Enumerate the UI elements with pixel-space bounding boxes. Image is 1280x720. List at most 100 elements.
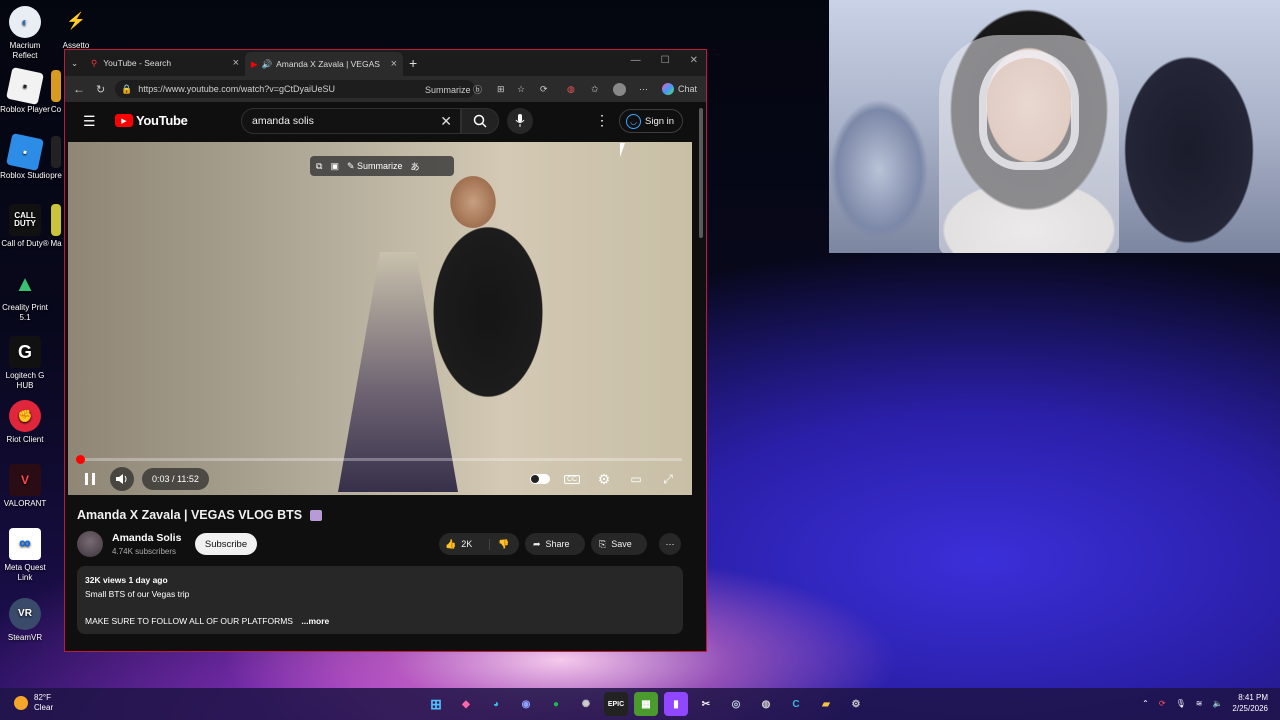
bookmark-icon: ⎘ xyxy=(599,538,607,549)
clock[interactable]: 8:41 PM 2/25/2026 xyxy=(1232,692,1268,714)
file-explorer-icon[interactable]: ▰ xyxy=(814,692,838,716)
video-player[interactable]: ⧉ ▣ ✎ Summarize あ 0:03 / 11:52 CC ⚙ ▭ ⤢ xyxy=(68,142,692,495)
tab-youtube-search[interactable]: ⚲ YouTube - Search × xyxy=(85,52,245,74)
windows-start-icon[interactable]: ⊞ xyxy=(424,692,448,716)
copilot-taskbar-icon[interactable]: ◆ xyxy=(454,692,478,716)
steam-icon[interactable]: ◎ xyxy=(724,692,748,716)
copilot-icon xyxy=(662,83,674,95)
tab-actions-chevron-icon[interactable]: ⌄ xyxy=(65,52,85,74)
summarize-button[interactable]: Summarize ⓑ xyxy=(425,83,482,96)
hamburger-menu-icon[interactable]: ☰ xyxy=(83,113,96,130)
capcut-icon[interactable]: ✂ xyxy=(694,692,718,716)
cast-icon[interactable]: ▣ xyxy=(330,161,339,172)
desktop-icon-logitech[interactable]: G Logitech G HUB xyxy=(0,336,50,391)
pip-icon[interactable]: ⧉ xyxy=(316,161,322,172)
progress-scrubber[interactable] xyxy=(76,455,86,464)
more-menu-icon[interactable]: ⋯ xyxy=(639,84,648,95)
autoplay-toggle[interactable] xyxy=(528,467,552,491)
epic-games-icon[interactable]: EPIC xyxy=(604,692,628,716)
description-box[interactable]: 32K views 1 day ago Small BTS of our Veg… xyxy=(77,566,683,634)
desktop-icon-pre[interactable]: pre xyxy=(46,136,66,181)
desktop-icon-roblox-player[interactable]: ▪ Roblox Player xyxy=(0,67,50,115)
weather-widget[interactable]: 82°F Clear xyxy=(14,693,53,713)
clear-search-icon[interactable]: ✕ xyxy=(440,113,452,130)
tray-mic-icon[interactable]: 🎙 xyxy=(1176,699,1186,708)
dislike-button[interactable]: 👎 xyxy=(490,539,509,550)
favorites-icon[interactable]: ✩ xyxy=(591,84,599,95)
desktop-icon-meta-quest[interactable]: ∞ Meta Quest Link xyxy=(0,528,50,583)
obs-icon[interactable]: ◍ xyxy=(754,692,778,716)
translate-icon[interactable]: あ xyxy=(411,160,420,173)
favorite-icon[interactable]: ☆ xyxy=(517,84,525,95)
desktop-icon-valorant[interactable]: V VALORANT xyxy=(0,464,50,509)
close-tab-icon[interactable]: × xyxy=(391,58,397,70)
spotify-icon[interactable]: ● xyxy=(544,692,568,716)
youtube-logo[interactable]: ▶ YouTube xyxy=(115,113,188,128)
desktop-icon-macrium[interactable]: ◐ Macrium Reflect xyxy=(0,6,50,61)
address-bar: ← ↻ 🔒 https://www.youtube.com/watch?v=gC… xyxy=(65,76,706,102)
settings-dots-icon[interactable]: ⋮ xyxy=(595,112,609,129)
desktop-icon-call-of-duty[interactable]: CALL DUTY Call of Duty® xyxy=(0,204,50,249)
desktop-icon-steamvr[interactable]: VR SteamVR xyxy=(0,598,50,643)
more-horizontal-icon: ⋯ xyxy=(665,538,675,549)
app-c-icon[interactable]: C xyxy=(784,692,808,716)
progress-bar[interactable] xyxy=(76,455,682,464)
minecraft-icon[interactable]: ▦ xyxy=(634,692,658,716)
mute-button[interactable] xyxy=(110,467,134,491)
extension-red-icon[interactable]: ◍ xyxy=(567,84,575,95)
voice-search-button[interactable] xyxy=(507,108,533,134)
close-tab-icon[interactable]: × xyxy=(233,57,239,69)
pre-icon xyxy=(51,136,61,168)
desktop-icon-roblox-studio[interactable]: ▪ Roblox Studio xyxy=(0,133,50,181)
settings-taskbar-icon[interactable]: ⚙ xyxy=(844,692,868,716)
profile-avatar[interactable] xyxy=(613,82,626,96)
summarize-overlay-button[interactable]: ✎ Summarize xyxy=(347,161,403,172)
video-title: Amanda X Zavala | VEGAS VLOG BTS xyxy=(77,508,322,522)
assetto-corsa-icon: ⚡ xyxy=(66,13,86,30)
channel-name[interactable]: Amanda Solis xyxy=(112,532,181,544)
subscribe-button[interactable]: Subscribe xyxy=(195,533,257,555)
channel-row: Amanda Solis 4.74K subscribers Subscribe… xyxy=(77,530,687,560)
new-tab-button[interactable]: + xyxy=(403,52,423,74)
captions-button[interactable]: CC xyxy=(560,467,584,491)
more-actions-button[interactable]: ⋯ xyxy=(659,533,681,555)
edge-icon[interactable]: ◕ xyxy=(484,692,508,716)
minimize-icon[interactable]: — xyxy=(631,55,641,66)
volume-tray-icon[interactable]: 🔈 xyxy=(1212,699,1222,708)
page-scrollbar[interactable] xyxy=(698,104,704,650)
search-icon xyxy=(473,114,487,128)
back-icon[interactable]: ← xyxy=(73,82,85,96)
extensions-icon[interactable]: ⊞ xyxy=(497,84,505,95)
close-window-icon[interactable]: ✕ xyxy=(690,55,698,66)
tray-app-icon[interactable]: ⟳ xyxy=(1159,699,1166,708)
thumbs-down-icon: 👎 xyxy=(498,538,510,549)
desktop-icon-ma[interactable]: Ma xyxy=(46,204,66,249)
tab-amanda-video[interactable]: ▶ 🔊 Amanda X Zavala | VEGAS VL... × xyxy=(245,52,403,76)
twitch-icon[interactable]: ▮ xyxy=(664,692,688,716)
tray-overflow-icon[interactable]: ⌃ xyxy=(1142,699,1149,708)
desktop-icon-riot-client[interactable]: ✊ Riot Client xyxy=(0,400,50,445)
like-button[interactable]: 👍 2K xyxy=(439,538,490,550)
channel-avatar[interactable] xyxy=(77,531,103,557)
url-field[interactable]: 🔒 https://www.youtube.com/watch?v=gCtDya… xyxy=(115,80,475,98)
search-button[interactable] xyxy=(461,108,499,134)
chatgpt-icon[interactable]: ✺ xyxy=(574,692,598,716)
maximize-icon[interactable]: ☐ xyxy=(661,55,670,66)
settings-button[interactable]: ⚙ xyxy=(592,467,616,491)
discord-icon[interactable]: ◉ xyxy=(514,692,538,716)
theater-mode-button[interactable]: ▭ xyxy=(624,467,648,491)
search-input[interactable]: amanda solis ✕ xyxy=(241,108,461,134)
refresh-icon[interactable]: ↻ xyxy=(96,83,105,96)
pause-button[interactable] xyxy=(78,467,102,491)
desktop-icon-co[interactable]: Co xyxy=(46,70,66,115)
share-button[interactable]: ➦ Share xyxy=(525,533,585,555)
copilot-chat-button[interactable]: Chat xyxy=(662,83,697,95)
scrollbar-thumb[interactable] xyxy=(699,108,703,238)
fullscreen-button[interactable]: ⤢ xyxy=(656,467,680,491)
sync-icon[interactable]: ⟳ xyxy=(540,84,548,95)
wifi-icon[interactable]: ≋ xyxy=(1196,699,1203,708)
save-button[interactable]: ⎘ Save xyxy=(591,533,647,555)
desktop-icon-creality[interactable]: ▲ Creality Print 5.1 xyxy=(0,268,50,323)
sign-in-button[interactable]: ◡ Sign in xyxy=(619,109,683,133)
show-more-link[interactable]: ...more xyxy=(301,616,329,626)
